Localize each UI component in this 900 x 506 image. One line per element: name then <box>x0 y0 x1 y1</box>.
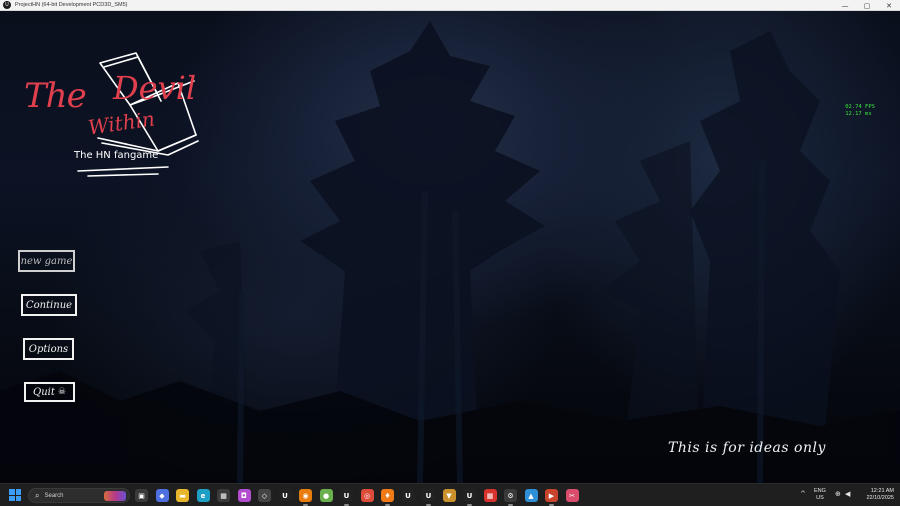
options-button[interactable]: Options <box>23 338 74 360</box>
window-title: ProjectHN (64-bit Development PCD3D_SM5) <box>15 2 128 8</box>
taskbar-unreal-2-icon[interactable]: U <box>340 489 353 506</box>
taskbar-shield-app-icon[interactable]: ▼ <box>442 489 456 502</box>
logo-subtitle: The HN fangame <box>74 150 159 161</box>
taskbar-steam-like-icon[interactable]: ● <box>319 489 333 502</box>
search-icon: ⌕ <box>35 490 40 500</box>
fps-readout: 02.74 FPS 12.17 ms <box>845 104 875 118</box>
taskbar-red-app-icon[interactable]: ▦ <box>483 489 497 502</box>
continue-button[interactable]: Continue <box>21 294 77 316</box>
show-hidden-icons-chevron-icon[interactable]: ^ <box>800 490 806 498</box>
game-viewport[interactable]: The Devil Within The HN fangame new game… <box>0 11 900 483</box>
taskbar-unreal-3-icon[interactable]: U <box>401 489 415 502</box>
taskbar-media-player-icon[interactable]: ▶ <box>545 489 558 506</box>
search-placeholder: Search <box>44 492 64 499</box>
logo-word-the: The <box>24 76 87 116</box>
taskbar-chrome-icon[interactable]: ◎ <box>360 489 374 502</box>
taskbar-store-icon[interactable]: ▦ <box>217 489 230 502</box>
quit-button[interactable]: Quit ☠ <box>24 382 75 402</box>
window-titlebar: U ProjectHN (64-bit Development PCD3D_SM… <box>0 0 900 11</box>
taskbar-roblox-icon[interactable]: ◇ <box>258 489 271 502</box>
clock-time: 12:21 AM <box>870 488 894 494</box>
taskbar-settings-icon[interactable]: ⚙ <box>504 489 517 506</box>
frame-time-value: 12.17 ms <box>845 111 872 117</box>
start-button[interactable] <box>9 489 21 501</box>
skull-icon: ☠ <box>57 387 66 397</box>
network-icon[interactable]: ⊕ <box>835 490 841 498</box>
taskbar-task-view-icon[interactable]: ▣ <box>135 489 148 502</box>
disclaimer-text: This is for ideas only <box>668 440 826 456</box>
volume-icon[interactable]: ◀ <box>845 490 850 498</box>
language-indicator[interactable]: ENG US <box>814 488 826 502</box>
logo-word-devil: Devil <box>113 69 197 107</box>
taskbar-fire-app-icon[interactable]: ♦ <box>381 489 394 506</box>
taskbar-edge-icon[interactable]: e <box>196 489 210 502</box>
taskbar-clock[interactable]: 12:21 AM 22/10/2025 <box>858 488 894 502</box>
taskbar-unreal-4-icon[interactable]: U <box>422 489 435 506</box>
windows-taskbar: ⌕ Search ▣ ◆ ▬ e ▦ ◘ ◇ U ◉ ● U ◎ ♦ U U ▼ U ▦ ⚙ ▲ ▶ ✂ ^ ENG US… <box>0 483 900 506</box>
search-highlight-icon <box>104 491 126 501</box>
taskbar-unreal-5-icon[interactable]: U <box>463 489 476 506</box>
language-code: ENG <box>814 488 826 494</box>
unreal-app-icon: U <box>3 1 11 9</box>
minimize-button[interactable]: — <box>834 0 856 11</box>
options-label: Options <box>28 343 69 355</box>
taskbar-copilot-icon[interactable]: ◆ <box>155 489 169 502</box>
window-controls: — ▢ ✕ <box>834 0 900 11</box>
game-logo: The Devil Within The HN fangame <box>18 43 208 178</box>
new-game-label: new game <box>20 255 73 267</box>
taskbar-blender-icon[interactable]: ◉ <box>299 489 312 506</box>
windows-logo-icon <box>9 489 15 495</box>
fps-value: 02.74 FPS <box>845 104 875 110</box>
taskbar-search[interactable]: ⌕ Search <box>28 488 130 503</box>
taskbar-file-explorer-icon[interactable]: ▬ <box>176 489 189 502</box>
continue-label: Continue <box>25 299 73 311</box>
close-button[interactable]: ✕ <box>878 0 900 11</box>
taskbar-unreal-1-icon[interactable]: U <box>278 489 292 502</box>
taskbar-landscape-app-icon[interactable]: ▲ <box>524 489 538 502</box>
taskbar-photos-icon[interactable]: ◘ <box>237 489 251 502</box>
clock-date: 22/10/2025 <box>866 495 894 501</box>
quit-label: Quit <box>33 386 55 398</box>
taskbar-snipping-tool-icon[interactable]: ✂ <box>565 489 579 502</box>
region-code: US <box>816 495 824 501</box>
new-game-button[interactable]: new game <box>18 250 75 272</box>
maximize-button[interactable]: ▢ <box>856 0 878 11</box>
